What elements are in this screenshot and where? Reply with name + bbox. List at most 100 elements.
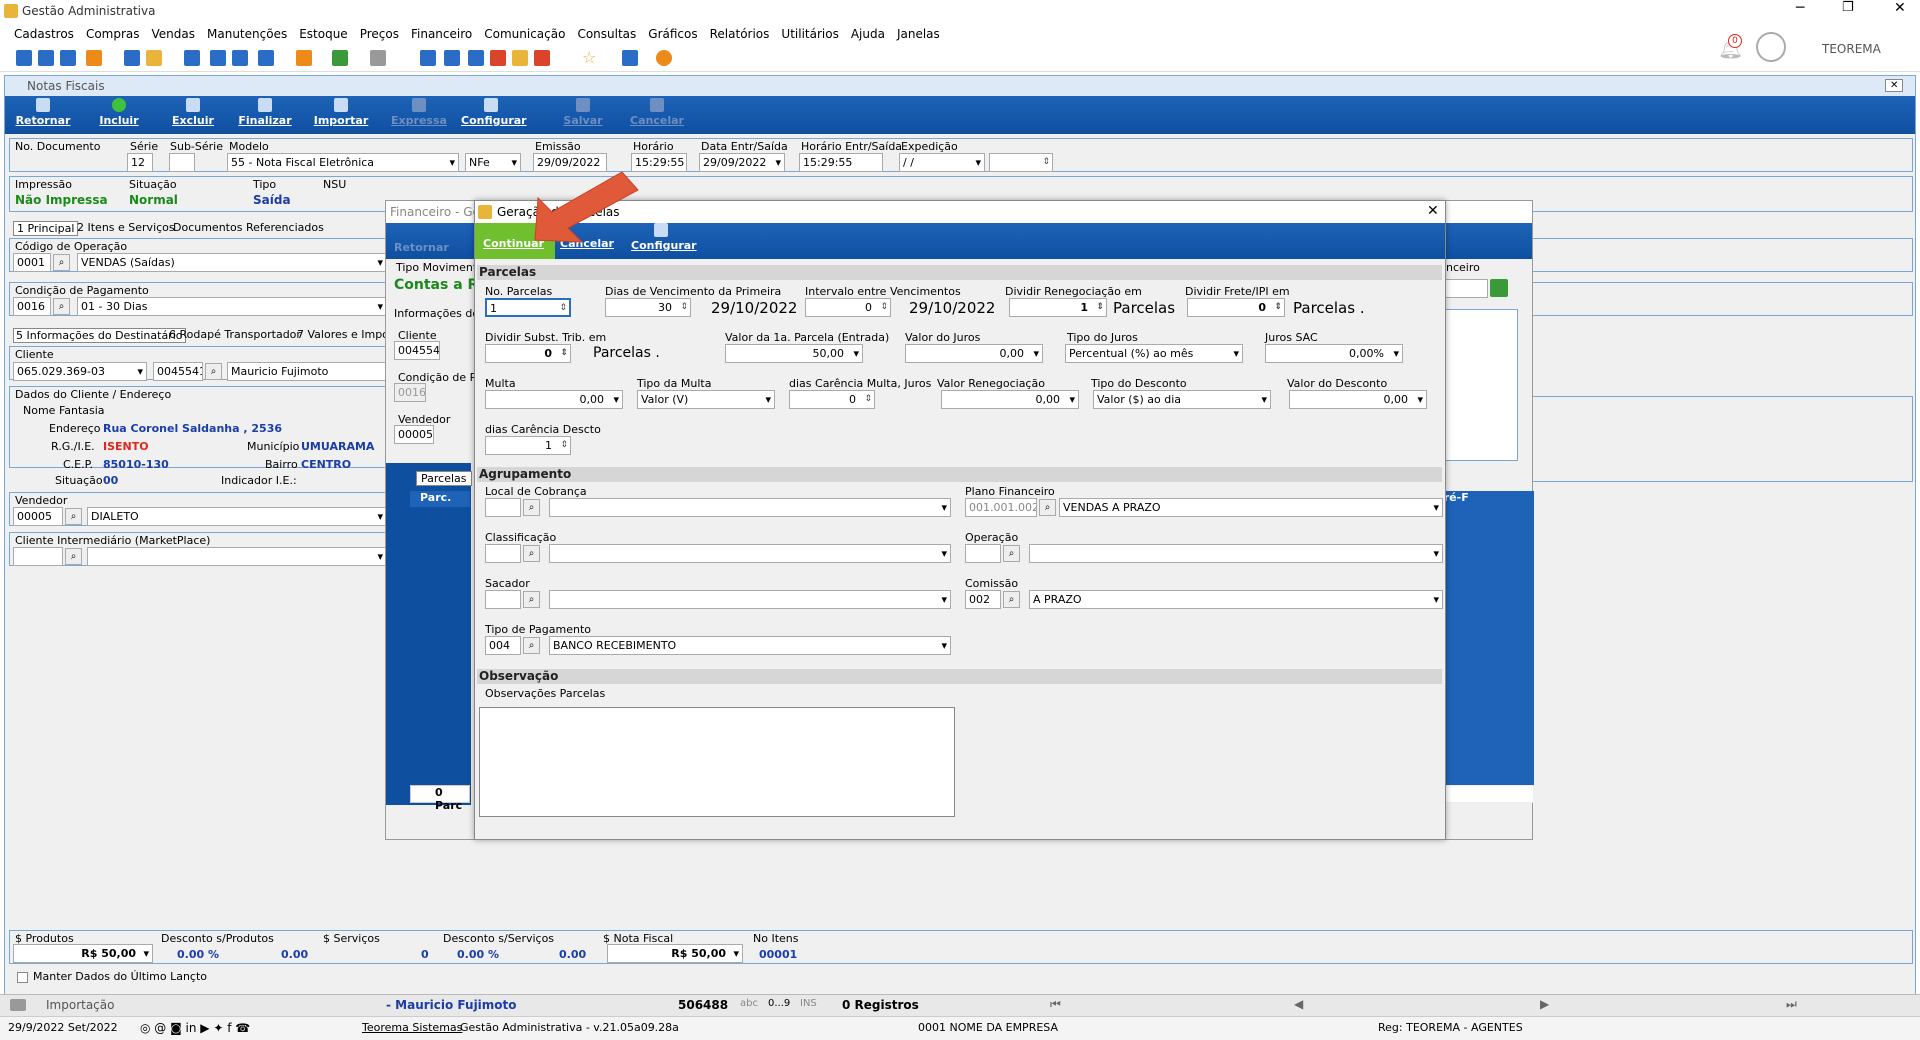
quick-icon-5[interactable] [124,50,140,66]
cancelar-nf-button[interactable]: Cancelar [627,98,687,127]
manter-checkbox[interactable] [17,972,28,983]
menu-cadastros[interactable]: Cadastros [14,27,74,41]
cart-icon[interactable] [258,50,274,66]
dias-input[interactable]: 30 [605,298,691,317]
sacador-select[interactable] [549,590,951,609]
close-button[interactable]: ✕ [1894,0,1906,16]
nav-prev-button[interactable]: ◀ [1294,997,1303,1011]
quick-icon-16[interactable] [512,50,528,66]
quick-icon-11[interactable] [332,50,348,66]
teorema-link[interactable]: Teorema Sistemas [362,1021,462,1034]
nav-last-button[interactable]: ⏭ [1786,997,1797,1012]
nf-close-button[interactable]: ✕ [1885,79,1904,92]
quick-icon-17[interactable] [534,50,550,66]
excluir-button[interactable]: Excluir [163,98,223,127]
expedicao-input[interactable]: / / [899,153,985,172]
car-desc-input[interactable]: 1 [485,436,571,455]
comissao-select[interactable]: A PRAZO [1029,590,1443,609]
tipo-pag-select[interactable]: BANCO RECEBIMENTO [549,636,951,655]
tab-itens[interactable]: 2 Itens e Serviços [77,221,175,234]
fin-money-icon[interactable] [1490,279,1508,297]
menu-utilitarios[interactable]: Utilitários [781,27,838,41]
importar-button[interactable]: Importar [311,98,371,127]
quick-icon-14[interactable] [468,50,484,66]
fin-retornar-button[interactable]: Retornar [394,241,449,254]
frete-input[interactable]: 0 [1187,298,1285,317]
comissao-code-input[interactable]: 002 [965,590,1001,609]
quick-icon-13[interactable] [420,50,436,66]
menu-consultas[interactable]: Consultas [577,27,636,41]
produtos-value[interactable]: R$ 50,00 [13,944,153,963]
quick-icon-2[interactable] [38,50,54,66]
quick-icon-7[interactable] [184,50,200,66]
obs-textarea[interactable] [479,707,955,817]
oper-code-input[interactable] [965,544,1001,563]
subst-input[interactable]: 0 [485,344,571,363]
horentr-input[interactable]: 15:29:55 [799,153,883,172]
incluir-button[interactable]: Incluir [89,98,149,127]
class-select[interactable] [549,544,951,563]
power-icon[interactable] [656,50,672,66]
plano-select[interactable]: VENDAS A PRAZO [1059,498,1443,517]
quick-icon-18[interactable] [622,50,638,66]
menu-comunicacao[interactable]: Comunicação [484,27,565,41]
modelo-select[interactable]: 55 - Nota Fiscal Eletrônica [227,153,459,172]
keyboard-icon[interactable] [10,999,26,1011]
dataentr-input[interactable]: 29/09/2022 [699,153,785,172]
fin-vend-input[interactable]: 00005 [394,425,434,444]
retornar-button[interactable]: Retornar [13,98,73,127]
sacador-code-input[interactable] [485,590,521,609]
quick-icon-15[interactable] [490,50,506,66]
codop-input[interactable]: 0001 [13,253,51,272]
tab-principal[interactable]: 1 Principal [13,221,79,236]
tipo-pag-code-input[interactable]: 004 [485,636,521,655]
social-icons[interactable]: ◎ @ ◙ in ▶ ✦ f ☎ [140,1021,250,1035]
serie-input[interactable]: 12 [127,153,153,172]
menu-ajuda[interactable]: Ajuda [851,27,885,41]
dividir-input[interactable]: 1 [1009,298,1107,317]
tipo-pag-search-icon[interactable]: ⌕ [523,637,540,654]
condpag-select[interactable]: 01 - 30 Dias [77,297,387,316]
val-desc-input[interactable]: 0,00 [1289,390,1427,409]
carencia-input[interactable]: 0 [789,390,875,409]
oper-select[interactable] [1029,544,1443,563]
dlg-close-button[interactable]: ✕ [1427,203,1439,219]
menu-financeiro[interactable]: Financeiro [411,27,472,41]
menu-vendas[interactable]: Vendas [152,27,196,41]
codop-select[interactable]: VENDAS (Saídas) [77,253,387,272]
quick-icon-6[interactable] [146,50,162,66]
calendar-icon[interactable] [444,50,460,66]
menu-manutencoes[interactable]: Manutenções [207,27,287,41]
codop-search-icon[interactable]: ⌕ [53,254,70,271]
local-search-icon[interactable]: ⌕ [523,499,540,516]
intermediario-code-input[interactable] [13,547,63,566]
tipo-multa-select[interactable]: Valor (V) [637,390,775,409]
modelo-type-select[interactable]: NFe [465,153,521,172]
menu-compras[interactable]: Compras [86,27,140,41]
vendedor-select[interactable]: DIALETO [87,507,387,526]
v1-input[interactable]: 50,00 [725,344,863,363]
restore-button[interactable]: ❐ [1842,0,1854,15]
intermediario-select[interactable] [87,547,387,566]
juros-input[interactable]: 0,00 [905,344,1043,363]
expedicao-time-input[interactable] [989,153,1053,172]
nparc-input[interactable]: 1 [485,298,571,317]
tipo-juros-select[interactable]: Percentual (%) ao mês [1065,344,1243,363]
cliente-search-icon[interactable]: ⌕ [205,363,222,380]
menu-relatorios[interactable]: Relatórios [710,27,770,41]
menu-precos[interactable]: Preços [360,27,399,41]
vendedor-search-icon[interactable]: ⌕ [65,508,82,525]
salvar-button[interactable]: Salvar [553,98,613,127]
plano-search-icon[interactable]: ⌕ [1039,499,1056,516]
configurar-button[interactable]: Configurar [461,98,527,127]
minimize-button[interactable]: ─ [1796,0,1804,16]
reneg-input[interactable]: 0,00 [941,390,1079,409]
local-select[interactable] [549,498,951,517]
oper-search-icon[interactable]: ⌕ [1003,545,1020,562]
comissao-search-icon[interactable]: ⌕ [1003,591,1020,608]
quick-icon-4[interactable] [86,50,102,66]
cliente-name-input[interactable]: Mauricio Fujimoto [227,362,387,381]
intermediario-search-icon[interactable]: ⌕ [65,548,82,565]
quick-icon-12[interactable] [370,50,386,66]
quick-icon-9[interactable] [232,50,248,66]
